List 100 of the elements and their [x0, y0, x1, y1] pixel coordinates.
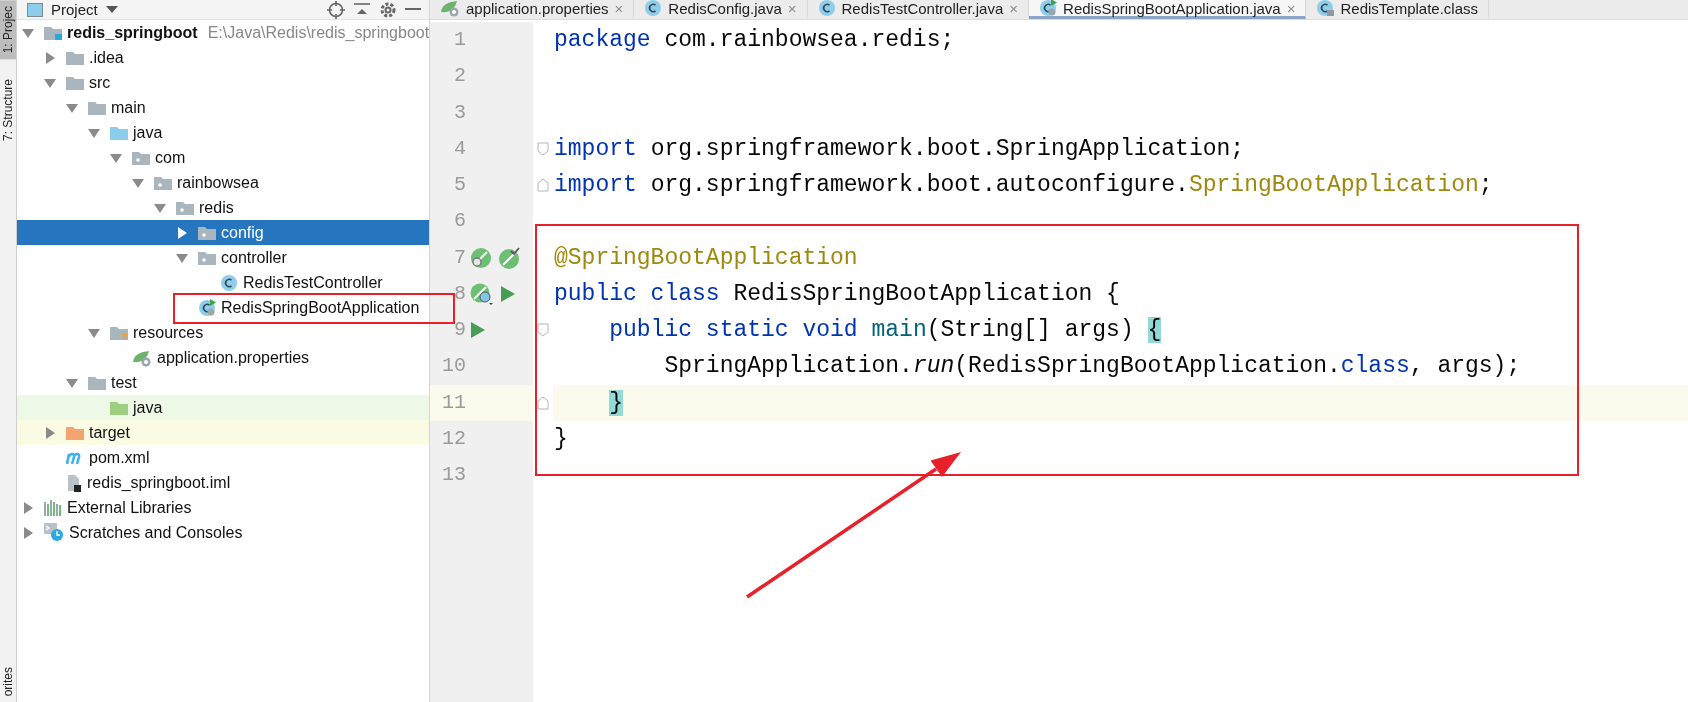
module-folder-icon — [44, 25, 62, 40]
collapse-arrow-icon[interactable] — [44, 51, 56, 64]
tree-item[interactable]: .idea — [17, 45, 429, 70]
tool-window-button[interactable]: 7: Structure — [0, 73, 16, 148]
tool-window-button[interactable]: orites — [0, 660, 16, 702]
folder-icon — [66, 75, 84, 90]
run-icon[interactable] — [500, 284, 516, 303]
code-line: @SpringBootApplication — [553, 243, 859, 273]
folder-icon — [88, 100, 106, 115]
tree-item[interactable]: resources — [17, 320, 429, 345]
fold-marker-icon[interactable] — [537, 323, 549, 338]
tree-item[interactable]: RedisSpringBootApplication — [17, 295, 429, 320]
panel-title[interactable]: Project — [51, 0, 98, 19]
line-number: 6 — [453, 208, 466, 235]
leaf-icon — [440, 0, 460, 17]
package-folder-icon — [198, 225, 216, 240]
crosshair-icon[interactable] — [327, 0, 345, 19]
class-icon — [220, 273, 238, 292]
folder-icon — [66, 50, 84, 65]
tree-item[interactable]: redis_springboot E:\Java\Redis\redis_springboot — [17, 20, 429, 45]
tree-item[interactable]: application.properties — [17, 345, 429, 370]
folder-icon — [110, 400, 128, 415]
tree-item[interactable]: java — [17, 395, 429, 420]
line-number: 8 — [453, 280, 466, 307]
tree-item[interactable]: controller — [17, 245, 429, 270]
line-number: 3 — [453, 99, 466, 126]
tree-item[interactable]: redis — [17, 195, 429, 220]
project-path: E:\Java\Redis\redis_springboot — [207, 22, 430, 43]
leaf-icon — [132, 348, 152, 367]
folder-icon — [110, 125, 128, 140]
code-line: public static void main(String[] args) { — [608, 316, 1163, 345]
project-view-icon — [27, 2, 43, 17]
folder-icon — [88, 375, 106, 390]
tree-item[interactable]: RedisTestController — [17, 270, 429, 295]
tree-item[interactable]: src — [17, 70, 429, 95]
collapse-arrow-icon[interactable] — [44, 426, 56, 439]
tree-item[interactable]: test — [17, 370, 429, 395]
code-line: import org.springframework.boot.autoconfigure.SpringBootApplication; — [553, 171, 1494, 200]
collapse-arrow-icon[interactable] — [22, 526, 34, 539]
expand-arrow-icon[interactable] — [110, 151, 122, 164]
tree-item[interactable]: target — [17, 420, 429, 445]
expand-arrow-icon[interactable] — [66, 101, 78, 114]
expand-arrow-icon[interactable] — [88, 326, 100, 339]
line-number: 4 — [453, 135, 466, 162]
caret-icon[interactable] — [105, 5, 118, 14]
run-icon[interactable] — [470, 321, 486, 340]
line-number: 10 — [441, 353, 466, 380]
tree-item[interactable]: main — [17, 95, 429, 120]
expand-arrow-icon[interactable] — [154, 201, 166, 214]
tree-item[interactable]: com — [17, 145, 429, 170]
leaf-icon[interactable] — [470, 282, 494, 305]
code-line: SpringApplication.run(RedisSpringBootApplication.class, args); — [663, 352, 1522, 382]
class-run-icon — [198, 298, 216, 317]
leaf-search-icon[interactable] — [470, 246, 492, 269]
expand-arrow-icon[interactable] — [66, 376, 78, 389]
fold-marker-icon[interactable] — [537, 141, 549, 156]
line-number: 13 — [441, 462, 466, 489]
line-number: 9 — [453, 317, 466, 344]
settings-icon[interactable] — [379, 0, 397, 19]
expand-arrow-icon[interactable] — [88, 126, 100, 139]
tree-item[interactable]: java — [17, 120, 429, 145]
line-number: 1 — [453, 27, 466, 54]
code-line: public class RedisSpringBootApplication { — [553, 279, 1121, 309]
class-run-icon — [1039, 0, 1058, 17]
package-folder-icon — [198, 250, 216, 265]
package-folder-icon — [176, 200, 194, 215]
leaf-check-icon[interactable] — [498, 246, 520, 269]
fold-marker-icon[interactable] — [537, 395, 549, 410]
clock-icon — [44, 523, 64, 542]
line-number: 2 — [453, 63, 466, 90]
package-folder-icon — [132, 150, 150, 165]
class-lock-icon — [1316, 0, 1335, 17]
tree-item[interactable]: redis_springboot.iml — [17, 470, 429, 495]
code-line: package com.rainbowsea.redis; — [553, 26, 956, 55]
tree-item[interactable]: pom.xml — [17, 445, 429, 470]
expand-arrow-icon[interactable] — [176, 251, 188, 264]
library-bars-icon — [44, 499, 62, 516]
tool-window-button[interactable]: 1: Projec — [0, 0, 16, 60]
tree-item[interactable]: External Libraries — [17, 495, 429, 520]
expand-arrow-icon[interactable] — [22, 26, 34, 39]
resources-folder-icon — [110, 325, 128, 340]
expand-arrow-icon[interactable] — [44, 76, 56, 89]
editor-tab[interactable]: application.properties × — [430, 0, 635, 19]
class-icon — [817, 0, 836, 17]
editor-tab[interactable]: RedisTemplate.class — [1306, 0, 1489, 19]
expand-arrow-icon[interactable] — [132, 176, 144, 189]
editor-tab[interactable]: RedisTestController.java × — [807, 0, 1030, 19]
collapse-arrow-icon[interactable] — [22, 501, 34, 514]
file-icon — [66, 473, 82, 492]
line-number: 11 — [441, 389, 466, 416]
fold-marker-icon[interactable] — [537, 178, 549, 193]
editor-tab[interactable]: RedisSpringBootApplication.java × — [1029, 0, 1307, 19]
package-folder-icon — [154, 175, 172, 190]
collapse-arrow-icon[interactable] — [176, 226, 188, 239]
tree-item[interactable]: Scratches and Consoles — [17, 520, 429, 545]
tree-item[interactable]: rainbowsea — [17, 170, 429, 195]
line-number: 7 — [453, 244, 466, 271]
editor-tab[interactable]: RedisConfig.java × — [634, 0, 808, 19]
class-icon — [644, 0, 663, 17]
tree-item[interactable]: config — [17, 220, 429, 245]
